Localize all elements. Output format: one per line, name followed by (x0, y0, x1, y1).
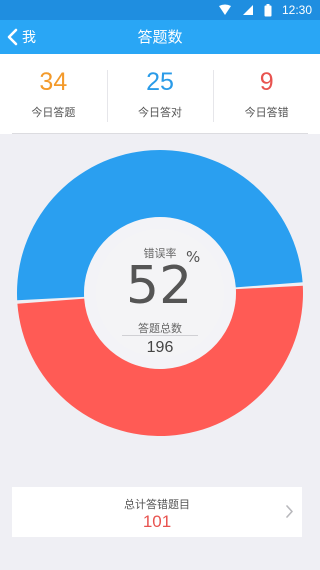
chevron-left-icon (7, 28, 18, 46)
status-bar: 12:30 (0, 0, 320, 20)
error-rate-value: 52 (126, 256, 193, 316)
stat-today-correct: 25 今日答对 (106, 54, 214, 134)
error-rate-unit: % (186, 248, 201, 266)
page-title: 答题数 (137, 28, 183, 46)
total-wrong-card[interactable]: 总计答错题目 101 (12, 487, 302, 537)
back-label: 我 (22, 30, 36, 46)
wifi-icon (218, 4, 231, 15)
total-wrong-label: 总计答错题目 (124, 498, 190, 511)
battery-icon (264, 3, 272, 16)
back-button[interactable]: 我 (6, 20, 36, 54)
stat-today-wrong: 9 今日答错 (213, 54, 320, 134)
stat-value: 34 (39, 68, 68, 96)
status-time: 12:30 (281, 3, 312, 17)
total-answered-label: 答题总数 (138, 322, 182, 335)
today-stats: 34 今日答题 25 今日答对 9 今日答错 (0, 54, 320, 134)
total-wrong-value: 101 (142, 512, 172, 531)
total-answered-value: 196 (146, 339, 174, 356)
stat-label: 今日答题 (31, 106, 76, 119)
nav-bar: 答题数 我 (0, 20, 320, 54)
stat-label: 今日答错 (244, 106, 289, 119)
status-icons: 12:30 (218, 0, 312, 20)
signal-icon (242, 5, 253, 15)
stat-value: 9 (259, 68, 274, 96)
stat-value: 25 (146, 68, 174, 96)
chevron-right-icon (286, 505, 293, 518)
stat-label: 今日答对 (138, 106, 182, 119)
stat-today-answered: 34 今日答题 (0, 54, 107, 134)
